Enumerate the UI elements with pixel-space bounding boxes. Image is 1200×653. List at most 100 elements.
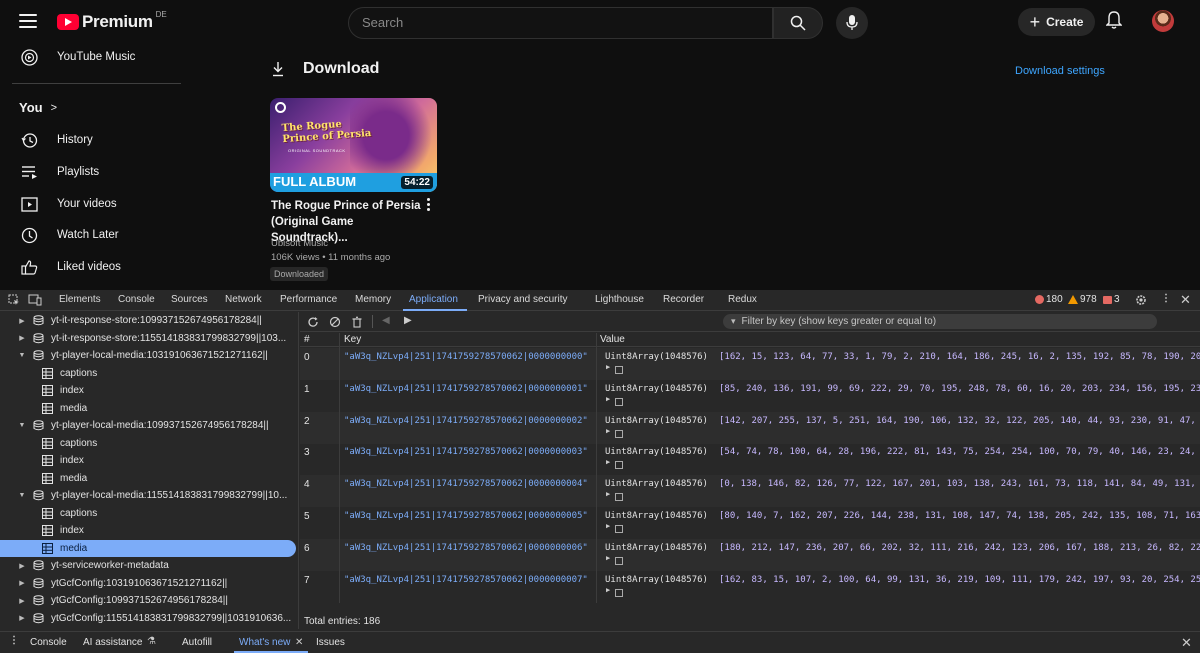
close-drawer-icon[interactable]: ✕ xyxy=(1181,635,1192,651)
search-input[interactable]: Search xyxy=(348,7,773,39)
expand-caret-icon[interactable]: ▶ xyxy=(606,395,610,403)
tree-item-object-store[interactable]: media xyxy=(0,470,298,487)
search-button[interactable] xyxy=(773,7,823,39)
table-row[interactable]: 5 "aW3q_NZLvp4|251|1741759278570062|00000… xyxy=(300,507,1200,539)
table-row[interactable]: 1 "aW3q_NZLvp4|251|1741759278570062|00000… xyxy=(300,380,1200,412)
tab-network[interactable]: Network xyxy=(225,294,262,305)
expand-caret-icon[interactable]: ▶ xyxy=(606,554,610,562)
tab-redux[interactable]: Redux xyxy=(728,294,757,305)
binary-data-icon xyxy=(615,493,623,502)
tree-item-object-store[interactable]: index xyxy=(0,382,298,399)
table-row[interactable]: 4 "aW3q_NZLvp4|251|1741759278570062|00000… xyxy=(300,475,1200,508)
tab-application[interactable]: Application xyxy=(409,294,458,305)
tree-item-database[interactable]: ▼ yt-player-local-media:11551418383179983… xyxy=(0,487,298,504)
device-toolbar-icon[interactable] xyxy=(28,294,42,306)
account-avatar[interactable] xyxy=(1152,10,1174,32)
tree-item-database[interactable]: ▼ yt-player-local-media:10319106367152127… xyxy=(0,347,298,364)
tree-item-database[interactable]: ▶ ytGcfConfig:109937152674956178284|| xyxy=(0,592,298,609)
clear-icon[interactable] xyxy=(329,316,341,328)
menu-icon[interactable] xyxy=(19,14,37,28)
drawer-tab-autofill[interactable]: Autofill xyxy=(182,637,212,648)
tab-recorder[interactable]: Recorder xyxy=(663,294,704,305)
more-options-icon[interactable] xyxy=(424,198,432,211)
tree-item-database[interactable]: ▶ yt-it-response-store:109937152674956178… xyxy=(0,312,298,329)
tree-item-database[interactable]: ▶ ytGcfConfig:115514183831799832799||1031… xyxy=(0,610,298,627)
table-row[interactable]: 6 "aW3q_NZLvp4|251|1741759278570062|00000… xyxy=(300,538,1200,571)
expand-caret-icon[interactable]: ▶ xyxy=(606,586,610,594)
channel-name[interactable]: Ubisoft Music xyxy=(271,238,328,249)
sidebar-item-watch-later[interactable]: Watch Later xyxy=(20,223,119,247)
sidebar-item-playlists[interactable]: Playlists xyxy=(20,160,99,184)
caret-down-icon[interactable]: ▼ xyxy=(17,422,27,429)
refresh-icon[interactable] xyxy=(307,316,319,328)
download-settings-link[interactable]: Download settings xyxy=(1015,65,1105,77)
tab-console[interactable]: Console xyxy=(118,294,155,305)
column-key[interactable]: Key xyxy=(344,334,361,345)
column-value[interactable]: Value xyxy=(600,334,625,345)
more-menu-icon[interactable]: ⋮ xyxy=(1161,294,1171,304)
video-thumbnail[interactable]: The Rogue Prince of Persia ORIGINAL SOUN… xyxy=(270,98,437,192)
expand-caret-icon[interactable]: ▶ xyxy=(606,458,610,466)
delete-icon[interactable] xyxy=(351,316,363,328)
next-page-icon[interactable]: ▶ xyxy=(404,315,412,326)
drawer-tab-ai-assistance[interactable]: AI assistance xyxy=(83,637,142,648)
tab-sources[interactable]: Sources xyxy=(171,294,208,305)
warning-count[interactable]: 978 xyxy=(1068,294,1097,305)
expand-caret-icon[interactable]: ▶ xyxy=(606,363,610,371)
drawer-tab-whats-new[interactable]: What's new xyxy=(239,637,290,648)
sidebar-item-history[interactable]: History xyxy=(20,128,93,152)
tab-elements[interactable]: Elements xyxy=(59,294,101,305)
tree-item-object-store[interactable]: index xyxy=(0,452,298,469)
sidebar-item-liked-videos[interactable]: Liked videos xyxy=(20,255,121,279)
caret-right-icon[interactable]: ▶ xyxy=(17,334,27,342)
create-button[interactable]: + Create xyxy=(1018,8,1095,36)
notifications-bell-icon[interactable] xyxy=(1105,11,1123,34)
tree-item-object-store[interactable]: media xyxy=(0,400,298,417)
table-row[interactable]: 3 "aW3q_NZLvp4|251|1741759278570062|00000… xyxy=(300,443,1200,475)
close-tab-icon[interactable]: ✕ xyxy=(295,637,303,648)
tab-memory[interactable]: Memory xyxy=(355,294,391,305)
table-row[interactable]: 2 "aW3q_NZLvp4|251|1741759278570062|00000… xyxy=(300,411,1200,444)
caret-down-icon[interactable]: ▼ xyxy=(17,492,27,499)
sidebar-item-your-videos[interactable]: Your videos xyxy=(20,192,117,216)
expand-caret-icon[interactable]: ▶ xyxy=(606,490,610,498)
tab-performance[interactable]: Performance xyxy=(280,294,337,305)
issues-count[interactable]: 3 xyxy=(1103,294,1120,305)
drawer-menu-icon[interactable]: ⋮ xyxy=(9,635,19,646)
drawer-tab-issues[interactable]: Issues xyxy=(316,637,345,648)
tree-item-object-store[interactable]: captions xyxy=(0,365,298,382)
settings-gear-icon[interactable] xyxy=(1135,294,1147,306)
tree-item-database[interactable]: ▶ ytGcfConfig:103191063671521271162|| xyxy=(0,575,298,592)
inspect-element-icon[interactable] xyxy=(8,294,20,306)
caret-right-icon[interactable]: ▶ xyxy=(17,562,27,570)
column-index[interactable]: # xyxy=(304,334,310,345)
tree-item-database[interactable]: ▶ yt-serviceworker-metadata xyxy=(0,557,298,574)
previous-page-icon[interactable]: ◀ xyxy=(382,315,390,326)
sidebar-item-youtube-music[interactable]: YouTube Music xyxy=(20,45,135,69)
caret-right-icon[interactable]: ▶ xyxy=(17,614,27,622)
youtube-premium-logo[interactable]: Premium DE xyxy=(57,10,167,32)
expand-caret-icon[interactable]: ▶ xyxy=(606,522,610,530)
error-count[interactable]: 180 xyxy=(1035,294,1063,305)
expand-caret-icon[interactable]: ▶ xyxy=(606,427,610,435)
tree-item-object-store[interactable]: captions xyxy=(0,505,298,522)
table-row[interactable]: 7 "aW3q_NZLvp4|251|1741759278570062|00000… xyxy=(300,571,1200,603)
caret-right-icon[interactable]: ▶ xyxy=(17,579,27,587)
drawer-tab-console[interactable]: Console xyxy=(30,637,67,648)
table-row[interactable]: 0 "aW3q_NZLvp4|251|1741759278570062|00000… xyxy=(300,348,1200,380)
caret-down-icon[interactable]: ▼ xyxy=(17,352,27,359)
key-filter-input[interactable]: ▾ Filter by key (show keys greater or eq… xyxy=(723,314,1157,329)
caret-right-icon[interactable]: ▶ xyxy=(17,597,27,605)
you-section-header[interactable]: You > xyxy=(19,100,57,115)
tree-item-object-store[interactable]: captions xyxy=(0,435,298,452)
caret-right-icon[interactable]: ▶ xyxy=(17,317,27,325)
close-devtools-icon[interactable]: ✕ xyxy=(1180,292,1191,308)
row-key: "aW3q_NZLvp4|251|1741759278570062|000000… xyxy=(344,352,588,362)
tab-privacy-security[interactable]: Privacy and security xyxy=(478,294,567,305)
tree-item-object-store[interactable]: media xyxy=(0,539,296,557)
tree-item-database[interactable]: ▼ yt-player-local-media:10993715267495617… xyxy=(0,417,298,434)
tree-item-object-store[interactable]: index xyxy=(0,522,298,539)
tree-item-database[interactable]: ▶ yt-it-response-store:115514183831799832… xyxy=(0,330,298,347)
voice-search-button[interactable] xyxy=(836,7,868,39)
tab-lighthouse[interactable]: Lighthouse xyxy=(595,294,644,305)
